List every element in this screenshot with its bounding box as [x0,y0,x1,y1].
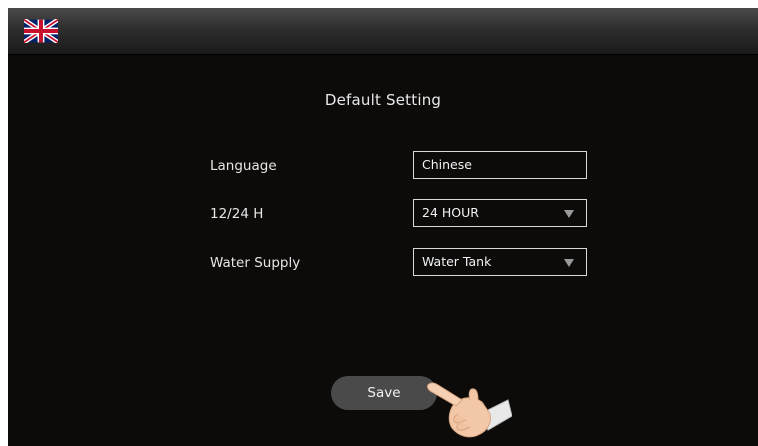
language-label: Language [210,158,277,174]
settings-screen: Default Setting Language Chinese 12/24 H… [8,8,758,446]
water-supply-label: Water Supply [210,255,301,271]
language-value: Chinese [422,157,472,172]
top-bar [8,8,758,55]
time-format-label: 12/24 H [210,206,264,222]
time-format-select[interactable]: 24 HOUR [413,199,587,227]
water-supply-value: Water Tank [422,254,492,269]
time-format-value: 24 HOUR [422,205,479,220]
pointing-hand-icon [427,382,512,438]
uk-flag-icon[interactable] [24,19,58,43]
water-supply-select[interactable]: Water Tank [413,248,587,276]
language-field[interactable]: Chinese [413,151,587,179]
page-title: Default Setting [324,91,442,109]
dropdown-arrow-icon [564,210,574,218]
dropdown-arrow-icon [564,259,574,267]
